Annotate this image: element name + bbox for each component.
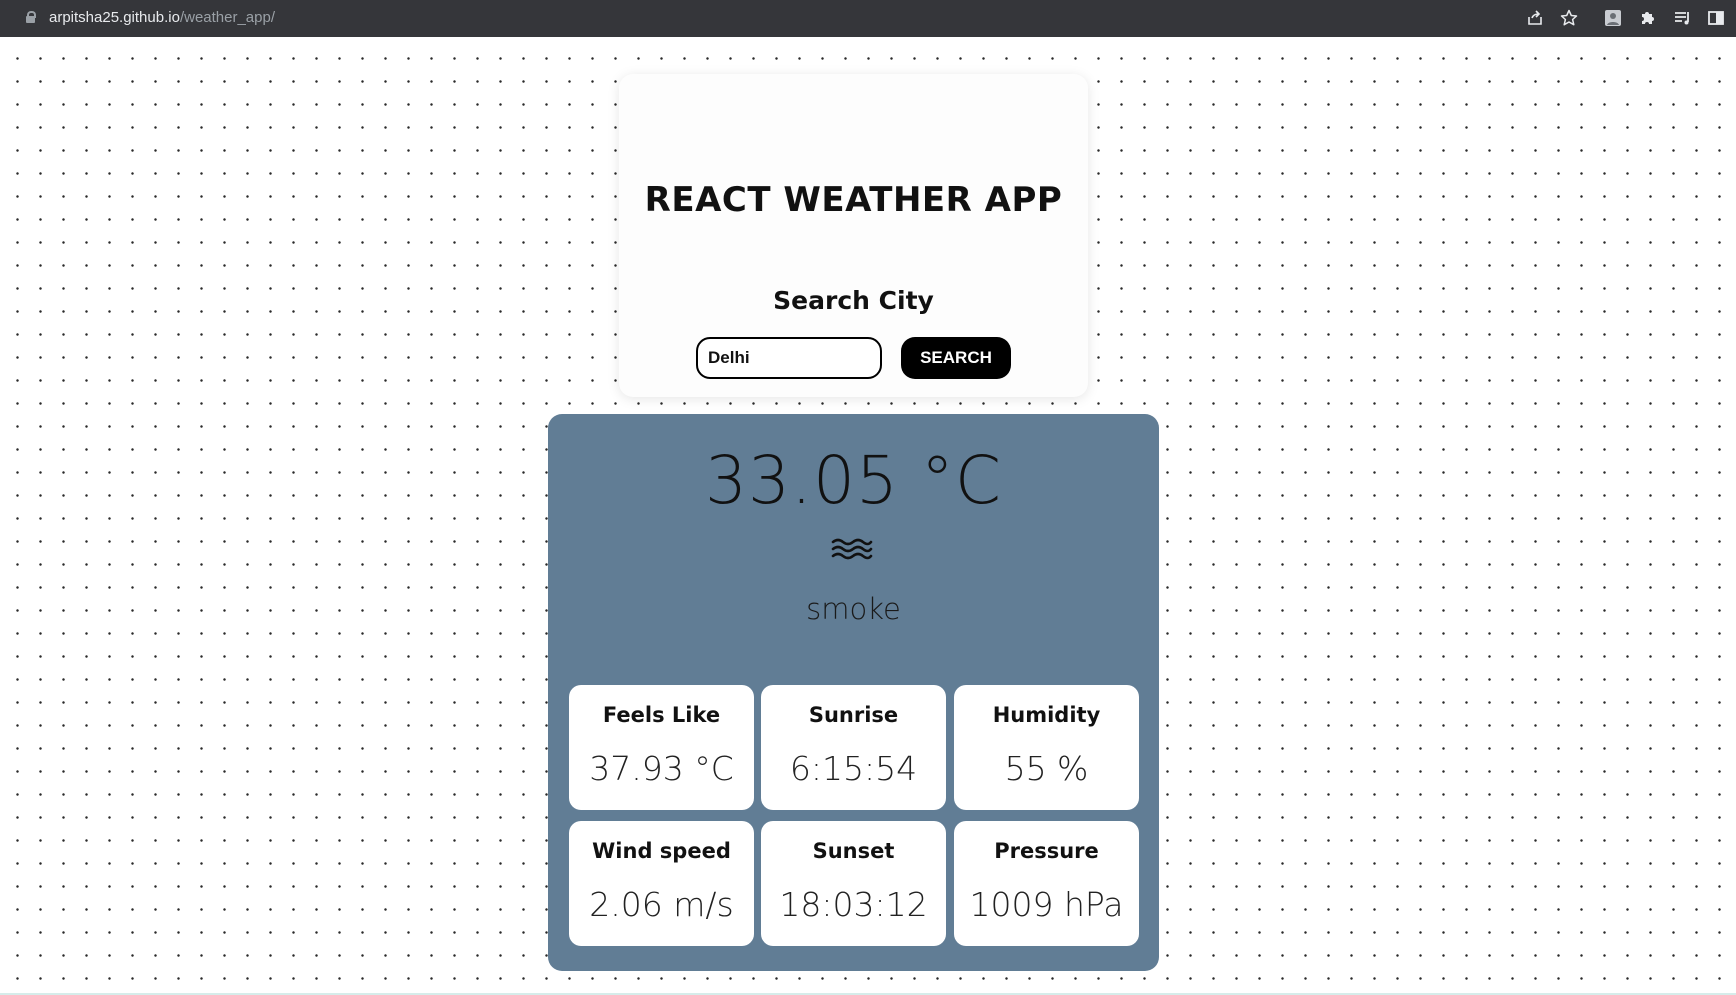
detail-tile-feels-like: Feels Like 37.93 °C [569,685,754,810]
detail-label: Wind speed [592,839,731,863]
detail-tile-pressure: Pressure 1009 hPa [954,821,1139,946]
search-card: REACT WEATHER APP Search City SEARCH [619,74,1088,397]
weather-condition: smoke [806,592,901,626]
smoke-icon [831,536,873,562]
detail-tile-sunset: Sunset 18:03:12 [761,821,946,946]
detail-label: Feels Like [602,703,721,727]
detail-value: 18:03:12 [779,885,928,924]
share-icon[interactable] [1525,8,1545,28]
address-bar[interactable]: arpitsha25.github.io/weather_app/ [49,9,275,26]
temperature-value: 33.05 °C [704,442,1002,519]
detail-value: 6:15:54 [789,749,918,788]
lock-icon[interactable] [26,11,36,23]
detail-value: 55 % [1004,749,1089,788]
reading-list-icon[interactable] [1672,8,1692,28]
url-host: arpitsha25.github.io [49,9,180,26]
url-path: /weather_app/ [179,9,276,26]
page-background: REACT WEATHER APP Search City SEARCH 33.… [0,37,1736,995]
detail-label: Sunset [812,839,895,863]
detail-label: Humidity [992,703,1101,727]
browser-toolbar: arpitsha25.github.io/weather_app/ [0,0,1736,37]
detail-value: 2.06 m/s [589,885,734,924]
search-button[interactable]: SEARCH [901,337,1011,379]
extension-avatar-icon[interactable] [1603,8,1623,28]
app-title: REACT WEATHER APP [644,180,1063,220]
side-panel-icon[interactable] [1706,8,1726,28]
search-city-label: Search City [773,286,934,315]
detail-tile-wind-speed: Wind speed 2.06 m/s [569,821,754,946]
bookmark-star-icon[interactable] [1559,8,1579,28]
weather-card: 33.05 °C smoke Feels Like 37.93 °C Sunri… [548,414,1159,971]
detail-value: 1009 hPa [969,885,1124,924]
extensions-puzzle-icon[interactable] [1638,8,1658,28]
detail-label: Pressure [994,839,1099,863]
city-search-input[interactable] [696,337,882,379]
detail-tile-humidity: Humidity 55 % [954,685,1139,810]
detail-label: Sunrise [808,703,899,727]
detail-tile-sunrise: Sunrise 6:15:54 [761,685,946,810]
detail-value: 37.93 °C [589,749,734,788]
